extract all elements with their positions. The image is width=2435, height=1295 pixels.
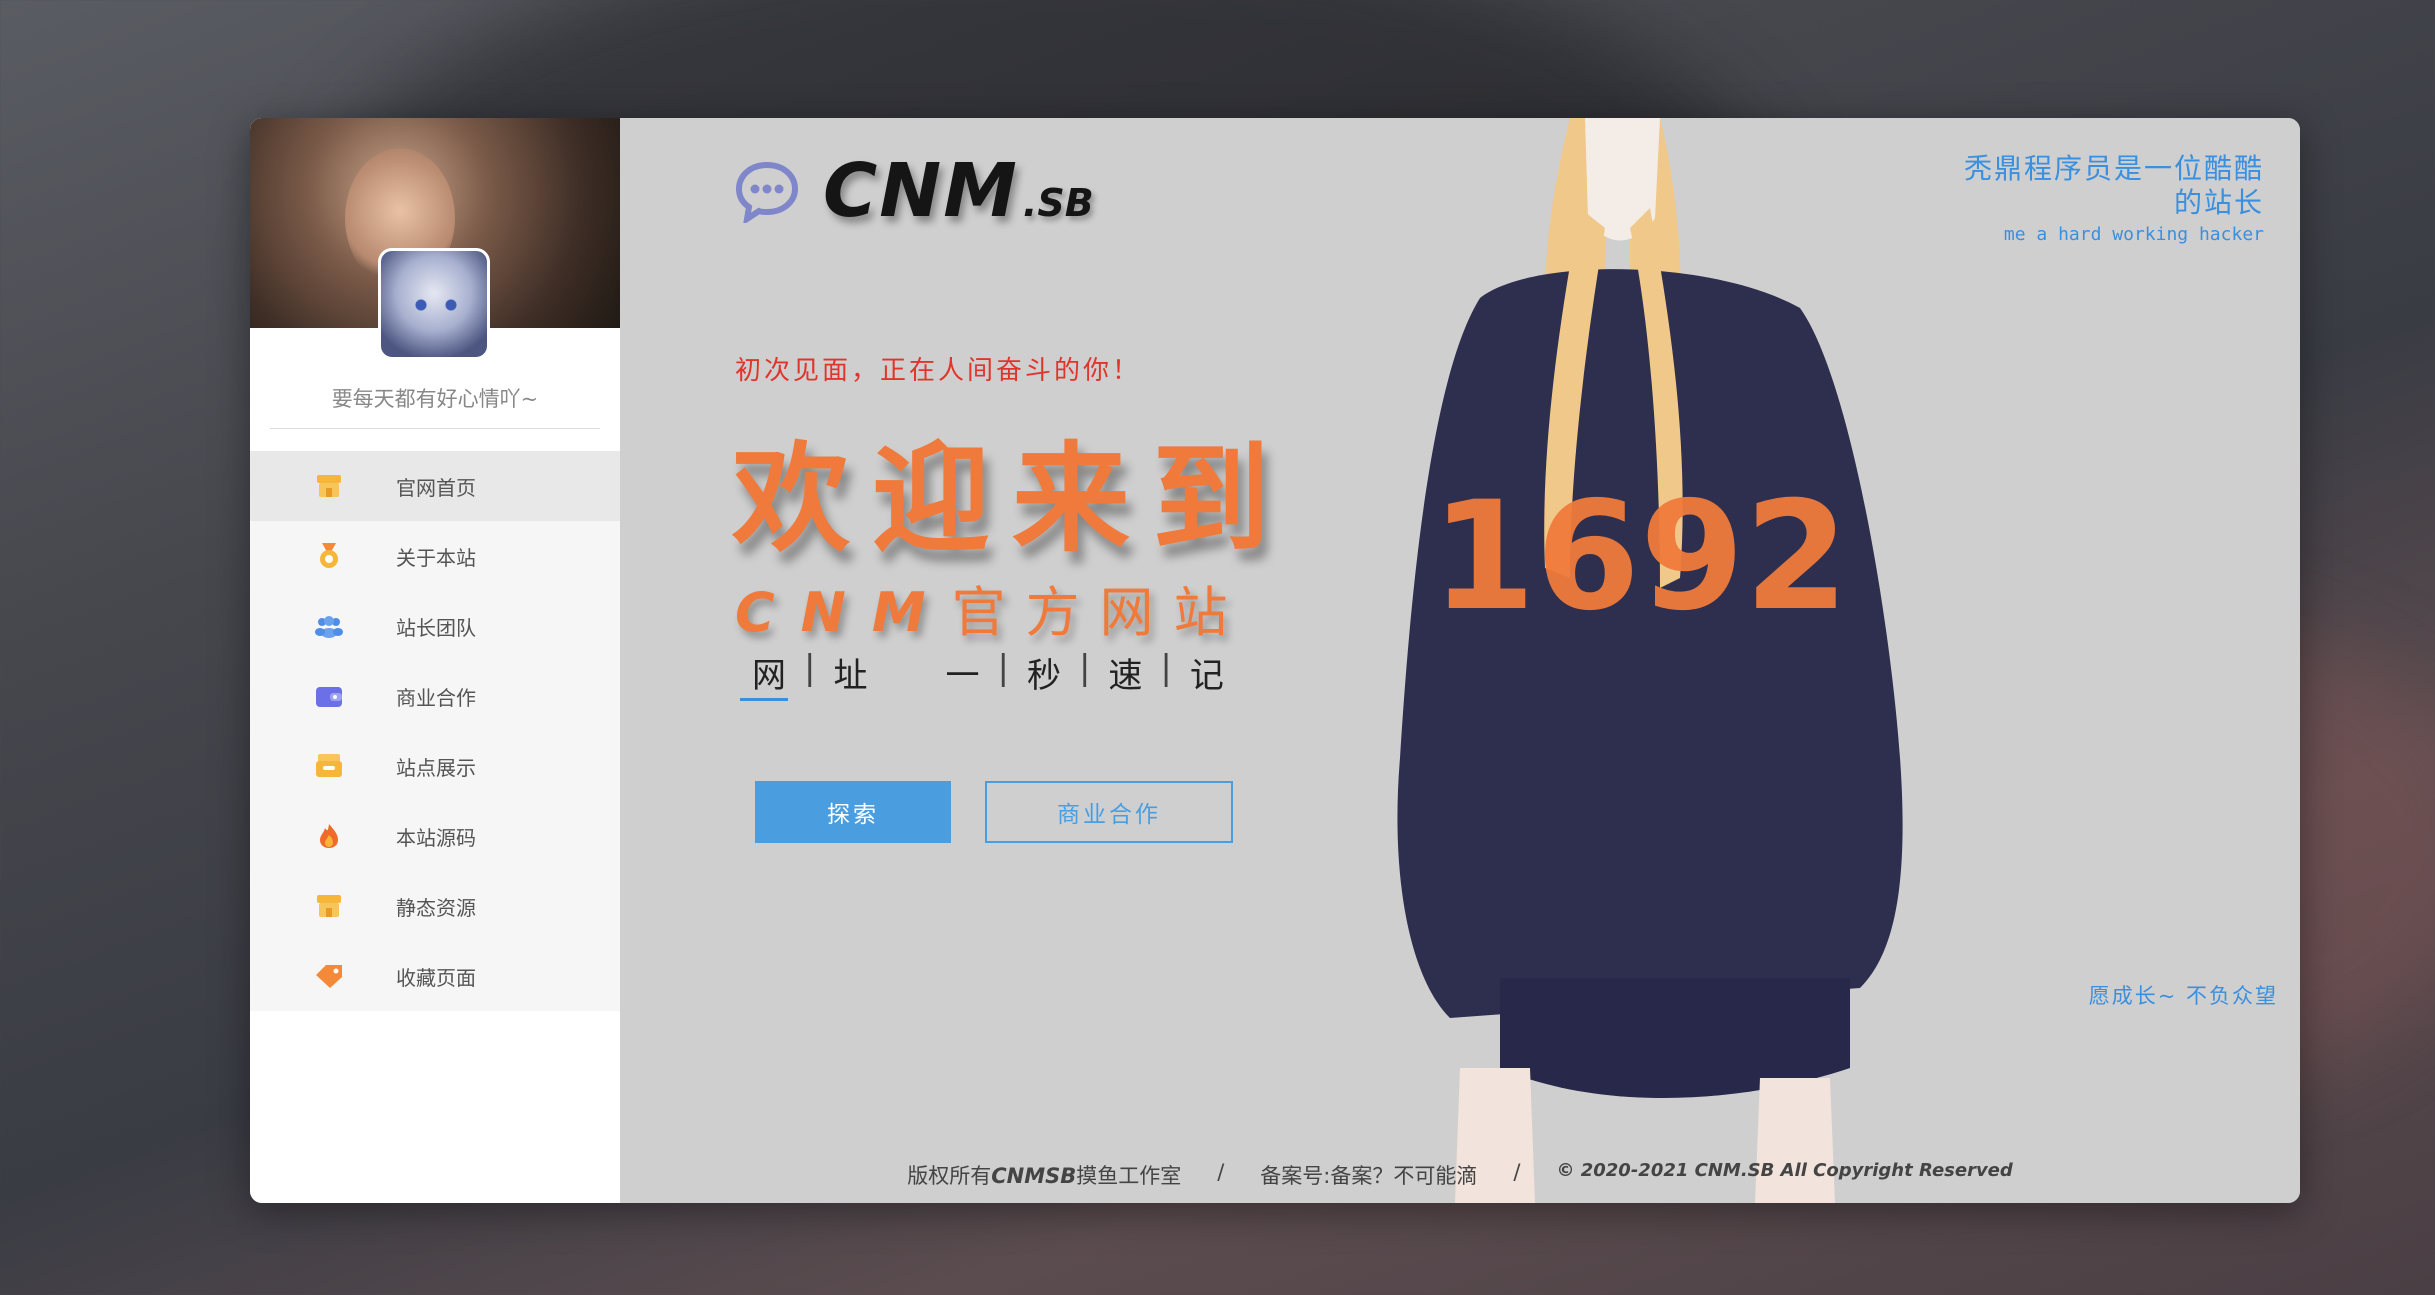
sidebar-item-team[interactable]: 站长团队 [250, 591, 620, 661]
sidebar-item-label: 商业合作 [396, 685, 476, 710]
rights-text: © 2020-2021 CNM.SB All Copyright Reserve… [1556, 1160, 2013, 1181]
shop-icon [317, 895, 341, 917]
tagline-cn: 秃鼎程序员是一位酷酷的站长 [1964, 152, 2265, 219]
sidebar-item-label: 站长团队 [396, 615, 476, 640]
business-button[interactable]: 商业合作 [985, 781, 1233, 843]
logo-text: CNM [823, 148, 1019, 234]
hero-illustration: 1692 [1397, 118, 1903, 1203]
icp-text: 备案号:备案？不可能滴 [1260, 1164, 1478, 1188]
sidebar-menu: 官网首页 关于本站 站长团队 商业合作 站点展示 本站源码 静态资源 收藏页面 [250, 451, 620, 1011]
shirt-number: 1692 [1431, 470, 1848, 644]
medal-icon [320, 543, 338, 568]
shop-icon [317, 475, 341, 497]
fire-icon [320, 824, 338, 848]
sidebar-item-label: 站点展示 [396, 755, 476, 780]
avatar[interactable] [378, 248, 490, 360]
footer: 版权所有CNMSB摸鱼工作室 / 备案号:备案？不可能滴 / © 2020-20… [620, 1160, 2300, 1190]
inbox-icon [316, 754, 342, 777]
url-char: 一 [945, 656, 984, 696]
url-mnemonic: 网 | 址 一 | 秒 | 速 | 记 [738, 648, 1242, 697]
copyright-suffix: 摸鱼工作室 [1076, 1164, 1182, 1188]
wallet-icon [316, 687, 342, 707]
footer-separator: / [1513, 1160, 1521, 1184]
greeting-text: 初次见面，正在人间奋斗的你！ [735, 356, 1142, 386]
tag-icon [316, 965, 342, 988]
site-title: CNM官方网站 [735, 568, 1248, 647]
copyright-brand: CNMSB [991, 1164, 1077, 1188]
copyright: 版权所有CNMSB摸鱼工作室 [907, 1160, 1181, 1190]
sidebar: 要每天都有好心情吖~ 官网首页 关于本站 站长团队 商业合作 站点展示 本站源码… [250, 118, 620, 1203]
footer-separator: / [1217, 1160, 1225, 1184]
team-icon [315, 616, 343, 638]
sidebar-item-label: 本站源码 [396, 825, 476, 850]
site-logo[interactable]: CNM .SB [735, 148, 1094, 234]
url-char: 记 [1189, 656, 1228, 696]
divider [270, 428, 600, 429]
main-panel: 1692 CNM .SB 秃鼎程序员是一位酷酷的站长 me a hard wor… [620, 118, 2300, 1203]
text-cursor [740, 698, 788, 701]
explore-button[interactable]: 探索 [755, 781, 951, 843]
url-char: 址 [833, 656, 872, 696]
sidebar-item-label: 官网首页 [396, 475, 476, 500]
logo-domain: .SB [1022, 181, 1094, 225]
sidebar-motto: 要每天都有好心情吖~ [331, 387, 539, 411]
slogan: 愿成长~ 不负众望 [2088, 984, 2278, 1008]
copyright-prefix: 版权所有 [907, 1164, 992, 1188]
url-separator: | [804, 648, 820, 688]
url-separator: | [997, 648, 1013, 688]
url-separator: | [1160, 648, 1176, 688]
url-char: 速 [1108, 656, 1147, 696]
chat-bubble-icon [735, 161, 799, 223]
sidebar-item-label: 静态资源 [396, 895, 476, 920]
url-char: 网 [752, 656, 790, 696]
sidebar-item-bookmark[interactable]: 收藏页面 [250, 941, 620, 1011]
url-char: 秒 [1026, 656, 1065, 696]
tagline: 秃鼎程序员是一位酷酷的站长 me a hard working hacker [1964, 152, 2264, 245]
main-card: 要每天都有好心情吖~ 官网首页 关于本站 站长团队 商业合作 站点展示 本站源码… [250, 118, 2300, 1203]
sidebar-item-static[interactable]: 静态资源 [250, 871, 620, 941]
sidebar-item-business[interactable]: 商业合作 [250, 661, 620, 731]
sidebar-item-source[interactable]: 本站源码 [250, 801, 620, 871]
sidebar-item-label: 收藏页面 [396, 965, 476, 990]
site-title-suffix: 官方网站 [951, 581, 1248, 644]
sidebar-item-home[interactable]: 官网首页 [250, 451, 620, 521]
url-separator: | [1078, 648, 1095, 688]
sidebar-item-about[interactable]: 关于本站 [250, 521, 620, 591]
sidebar-item-showcase[interactable]: 站点展示 [250, 731, 620, 801]
welcome-heading: 欢迎来到 [732, 430, 1293, 568]
tagline-en: me a hard working hacker [2003, 224, 2264, 245]
site-title-brand: CNM [735, 581, 952, 644]
sidebar-item-label: 关于本站 [396, 545, 476, 570]
